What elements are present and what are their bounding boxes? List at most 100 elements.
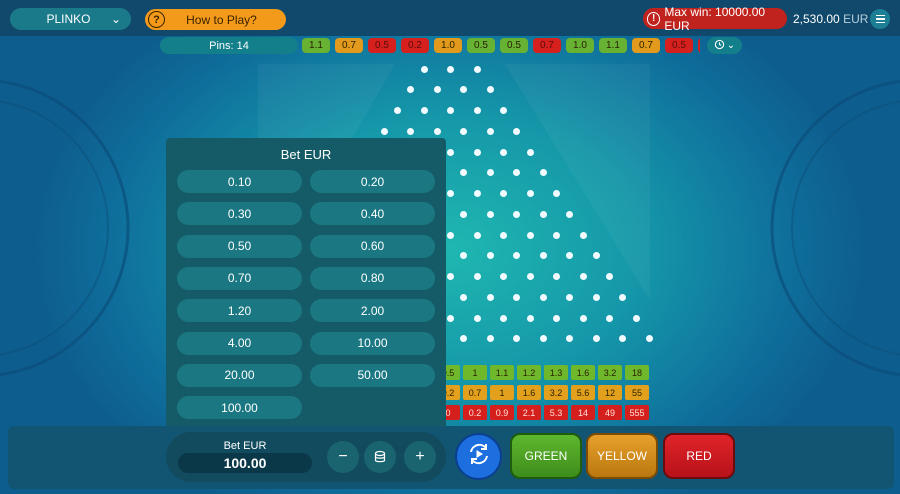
autoplay-button[interactable] [455, 433, 502, 480]
bet-option[interactable]: 50.00 [310, 363, 435, 387]
peg [473, 148, 481, 156]
history-chip: 1.0 [434, 38, 462, 53]
peg [447, 148, 454, 156]
multiplier-slot-yellow: 0.7 [463, 385, 487, 400]
peg [486, 86, 494, 94]
peg [592, 293, 600, 301]
bet-value[interactable]: 100.00 [178, 453, 312, 473]
multiplier-slot-red: 49 [598, 405, 622, 420]
decrease-bet-button[interactable]: − [327, 441, 359, 473]
multiplier-slot-green: 1.2 [517, 365, 541, 380]
game-select-dropdown[interactable]: PLINKO ⌄ [10, 8, 131, 30]
bet-option[interactable]: 0.30 [177, 202, 302, 226]
bet-option[interactable]: 0.20 [310, 170, 435, 193]
peg [486, 127, 494, 135]
game-name: PLINKO [46, 12, 91, 26]
peg [473, 231, 481, 239]
chevron-down-icon: ⌄ [726, 40, 736, 51]
peg [566, 210, 574, 218]
question-mark-icon: ? [148, 11, 165, 28]
bet-option[interactable]: 0.40 [310, 202, 435, 226]
peg [500, 107, 507, 114]
autoplay-icon [466, 441, 492, 472]
peg [473, 65, 481, 73]
history-chip: 0.5 [467, 38, 495, 53]
history-chip: 1.1 [302, 38, 330, 53]
history-button[interactable]: ⌄ [707, 37, 742, 54]
history-chip: 1.1 [599, 38, 627, 53]
peg [579, 273, 587, 280]
multiplier-slot-red: 2.1 [517, 405, 541, 420]
bet-option[interactable]: 0.70 [177, 266, 302, 290]
max-win-badge[interactable]: ! Max win: 10000.00 EUR [643, 5, 787, 33]
how-to-play-label: How to Play? [186, 12, 257, 27]
multiplier-slot-green: 1.6 [571, 365, 595, 380]
multiplier-slot-yellow: 5.6 [571, 385, 595, 400]
history-chip: 0.7 [533, 38, 561, 53]
peg [513, 210, 521, 218]
play-yellow-button[interactable]: YELLOW [586, 433, 658, 479]
pins-label: Pins: 14 [209, 39, 249, 52]
peg [513, 293, 521, 301]
multiplier-slot-red: 0.2 [463, 405, 487, 420]
peg [486, 169, 494, 177]
peg [500, 148, 507, 156]
how-to-play-button[interactable]: ? How to Play? [145, 9, 286, 30]
play-red-button[interactable]: RED [663, 433, 735, 479]
peg [447, 65, 454, 73]
peg [473, 107, 481, 114]
balance-currency: EUR [843, 12, 869, 26]
bet-option[interactable]: 0.60 [310, 234, 435, 258]
peg [433, 86, 441, 94]
multiplier-slot-red: 555 [625, 405, 649, 420]
peg [473, 314, 481, 322]
peg [553, 190, 560, 197]
peg [473, 190, 481, 197]
peg [447, 231, 454, 239]
bet-option[interactable]: 4.00 [177, 331, 302, 355]
multiplier-slot-yellow: 3.2 [544, 385, 568, 400]
history-strip: 1.1 0.7 0.5 0.2 1.0 0.5 0.5 0.7 1.0 1.1 0.7 0.5 [302, 37, 700, 54]
multiplier-slot-yellow: 1.6 [517, 385, 541, 400]
bet-option[interactable]: 0.50 [177, 234, 302, 258]
peg [420, 65, 428, 73]
peg [606, 314, 613, 322]
pins-selector[interactable]: Pins: 14 [160, 37, 298, 54]
peg [380, 127, 388, 135]
history-chip: 0.5 [500, 38, 528, 53]
peg [526, 190, 534, 197]
bet-option[interactable]: 1.20 [177, 299, 302, 323]
peg [460, 293, 468, 301]
peg [473, 273, 481, 280]
peg [447, 107, 454, 114]
coin-stack-icon[interactable] [364, 441, 396, 473]
peg [579, 231, 587, 239]
multiplier-slot-red: 14 [571, 405, 595, 420]
peg [447, 314, 454, 322]
peg [486, 293, 494, 301]
peg [566, 293, 574, 301]
bet-option[interactable]: 0.10 [177, 170, 302, 193]
play-green-button[interactable]: GREEN [510, 433, 582, 479]
multiplier-slot-red: 5.3 [544, 405, 568, 420]
top-bar: PLINKO ⌄ ? How to Play? ! Max win: 10000… [0, 0, 900, 36]
history-chip: 0.5 [368, 38, 396, 53]
bet-option[interactable]: 10.00 [310, 331, 435, 355]
peg [553, 231, 560, 239]
bet-option[interactable]: 0.80 [310, 266, 435, 290]
increase-bet-button[interactable]: + [404, 441, 436, 473]
history-chip: 0.5 [665, 38, 693, 53]
peg [486, 252, 494, 260]
peg [539, 252, 547, 260]
hamburger-menu-icon[interactable] [870, 9, 890, 29]
peg [486, 210, 494, 218]
peg [447, 190, 454, 197]
bet-option[interactable]: 100.00 [177, 396, 302, 420]
peg [592, 252, 600, 260]
chevron-down-icon: ⌄ [110, 12, 121, 26]
history-chip: 0.7 [632, 38, 660, 53]
bet-option[interactable]: 2.00 [310, 299, 435, 323]
peg [460, 127, 468, 135]
bet-option[interactable]: 20.00 [177, 363, 302, 387]
peg [500, 273, 507, 280]
